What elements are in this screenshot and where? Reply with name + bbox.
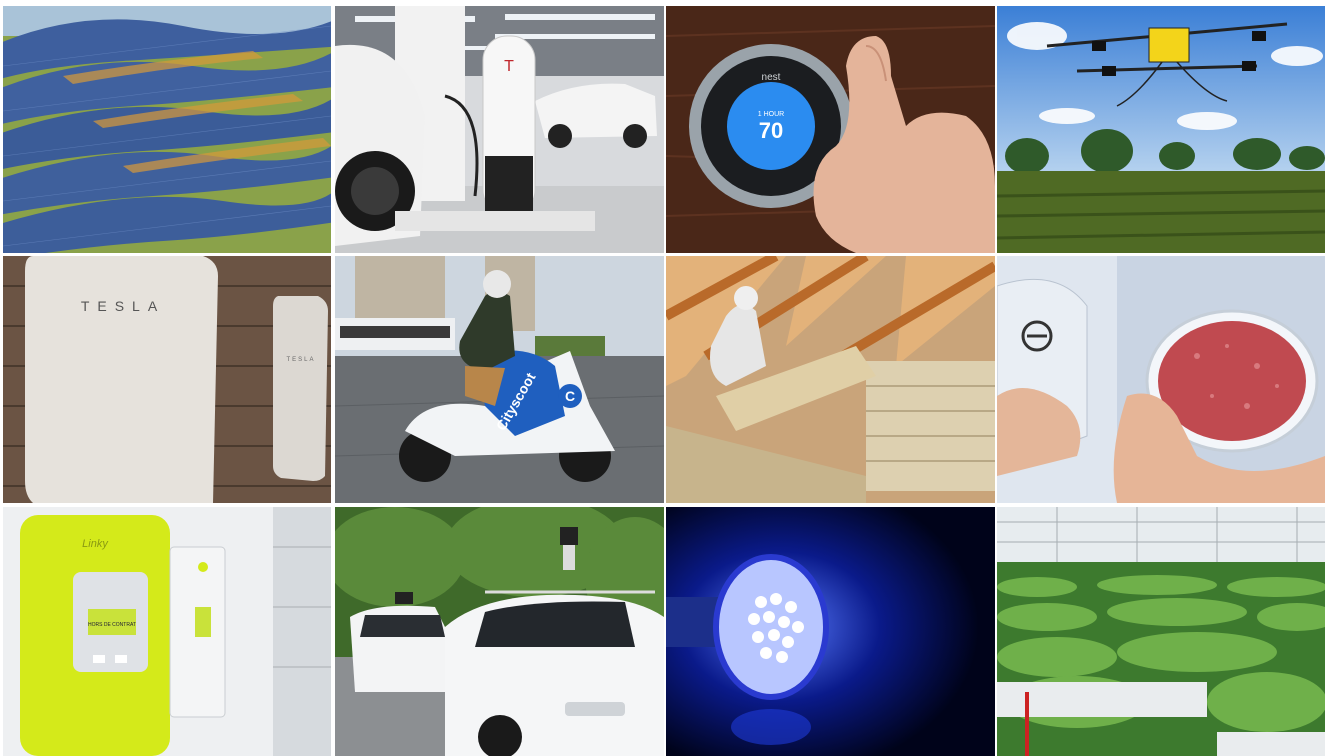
- self-driving-car-photo: [335, 507, 664, 756]
- photo-collage: T nest 1 HOUR 70 TESLA TESLA Cityscoot C…: [0, 0, 1328, 756]
- insulation-photo: [666, 256, 995, 503]
- drone-photo: [997, 6, 1325, 253]
- tesla-wordmark-large: TESLA: [81, 298, 165, 314]
- greenhouse-photo: [997, 507, 1325, 756]
- nest-brand-label: nest: [762, 72, 781, 83]
- tesla-logo: T: [504, 58, 514, 75]
- thermostat-mode-label: 1 HOUR: [758, 111, 784, 118]
- smart-meter-photo: Linky HORS DE CONTRAT: [3, 507, 331, 756]
- scooter-photo: Cityscoot C: [335, 256, 664, 503]
- led-bulb-photo: [666, 507, 995, 756]
- cityscoot-badge: C: [565, 388, 575, 404]
- meter-display-text: HORS DE CONTRAT: [88, 622, 136, 628]
- linky-brand-label: Linky: [82, 538, 109, 550]
- ev-charger-photo: T: [335, 6, 664, 253]
- solar-farm-photo: [3, 6, 331, 253]
- thermostat-photo: nest 1 HOUR 70: [666, 6, 995, 253]
- lab-meat-photo: [997, 256, 1325, 503]
- powerwall-photo: TESLA TESLA: [3, 256, 331, 503]
- tesla-wordmark-small: TESLA: [286, 357, 315, 363]
- thermostat-temperature: 70: [759, 118, 783, 143]
